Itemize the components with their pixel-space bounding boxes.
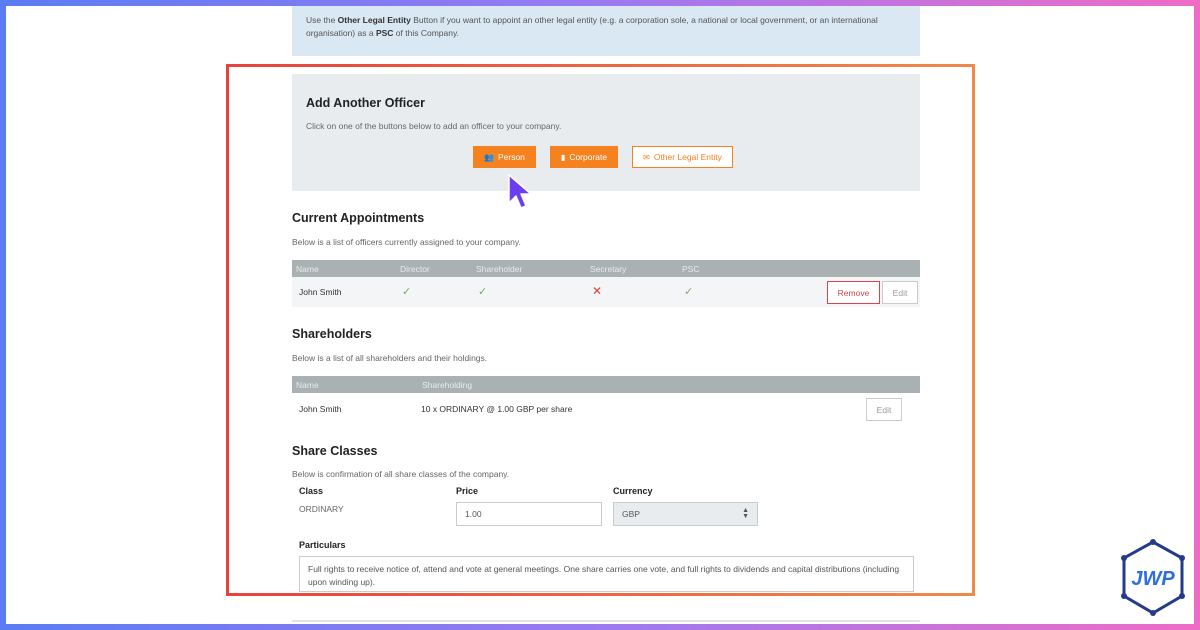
col-secretary: Secretary (590, 264, 627, 274)
add-officer-panel: Add Another Officer Click on one of the … (292, 74, 920, 191)
director-check-icon: ✓ (402, 286, 412, 298)
info-text-suffix: of this Company. (393, 28, 459, 39)
select-arrows-icon: ▲ ▼ (742, 507, 749, 520)
screenshot-frame: Use the Other Legal Entity Button if you… (6, 6, 1194, 624)
page-content: Use the Other Legal Entity Button if you… (286, 6, 926, 624)
envelope-icon: ✉ (643, 152, 650, 162)
col-shareholding: Shareholding (422, 380, 473, 390)
shareholders-description: Below is a list of all shareholders and … (292, 353, 488, 363)
add-other-entity-button[interactable]: ✉ Other Legal Entity (632, 146, 733, 168)
info-text-bold-psc: PSC (375, 28, 394, 39)
share-classes-title: Share Classes (292, 444, 378, 458)
particulars-value: Full rights to receive notice of, attend… (308, 564, 900, 588)
particulars-label: Particulars (299, 540, 346, 550)
secretary-cross-icon: ✕ (592, 284, 603, 298)
info-text-prefix: Use the (306, 15, 338, 25)
currency-value: GBP (622, 509, 640, 519)
edit-shareholder-button[interactable]: Edit (866, 398, 902, 421)
edit-officer-button[interactable]: Edit (882, 281, 918, 304)
psc-info-box: Use the Other Legal Entity Button if you… (292, 6, 920, 56)
mouse-cursor-icon (508, 174, 532, 209)
appointments-table-header: Name Director Shareholder Secretary PSC (292, 260, 920, 277)
table-row: John Smith ✓ ✓ ✕ ✓ Remove Edit (292, 277, 920, 307)
add-corporate-button[interactable]: ▮ Corporate (549, 146, 619, 168)
currency-label: Currency (613, 486, 653, 496)
particulars-textarea[interactable]: Full rights to receive notice of, attend… (299, 556, 914, 592)
col-name: Name (296, 264, 319, 274)
info-text-bold-entity: Other Legal Entity (337, 15, 411, 25)
add-officer-buttons: 👥 Person ▮ Corporate ✉ Other Legal Entit… (473, 146, 733, 168)
price-label: Price (456, 486, 479, 496)
building-icon: ▮ (560, 152, 566, 162)
add-other-entity-label: Other Legal Entity (653, 152, 722, 162)
currency-select[interactable]: GBP ▲ ▼ (613, 502, 758, 526)
remove-officer-button[interactable]: Remove (827, 281, 880, 304)
share-classes-description: Below is confirmation of all share class… (292, 469, 510, 479)
person-icon: 👥 (484, 152, 494, 162)
price-value: 1.00 (465, 509, 482, 519)
add-officer-description: Click on one of the buttons below to add… (306, 121, 562, 131)
col-director: Director (400, 264, 430, 274)
jwp-logo: JWP (1121, 539, 1185, 616)
appointments-title: Current Appointments (292, 211, 425, 225)
col-name: Name (296, 380, 319, 390)
logo-text: JWP (1131, 568, 1175, 590)
add-officer-title: Add Another Officer (306, 96, 425, 110)
appointments-description: Below is a list of officers currently as… (292, 237, 521, 247)
shareholders-title: Shareholders (292, 327, 372, 341)
officer-name: John Smith (299, 287, 342, 297)
section-divider (292, 620, 920, 622)
add-person-button[interactable]: 👥 Person (473, 146, 536, 168)
col-psc: PSC (682, 264, 700, 274)
psc-check-icon: ✓ (684, 286, 694, 298)
shareholder-name: John Smith (299, 404, 342, 414)
table-row: John Smith 10 x ORDINARY @ 1.00 GBP per … (292, 393, 920, 423)
shareholding-value: 10 x ORDINARY @ 1.00 GBP per share (421, 404, 573, 414)
add-person-label: Person (497, 152, 525, 162)
class-value: ORDINARY (299, 504, 344, 514)
col-shareholder: Shareholder (476, 264, 523, 274)
shareholders-table-header: Name Shareholding (292, 376, 920, 393)
class-label: Class (299, 486, 324, 496)
price-input[interactable]: 1.00 (456, 502, 602, 526)
add-corporate-label: Corporate (569, 152, 608, 162)
shareholder-check-icon: ✓ (478, 286, 488, 298)
